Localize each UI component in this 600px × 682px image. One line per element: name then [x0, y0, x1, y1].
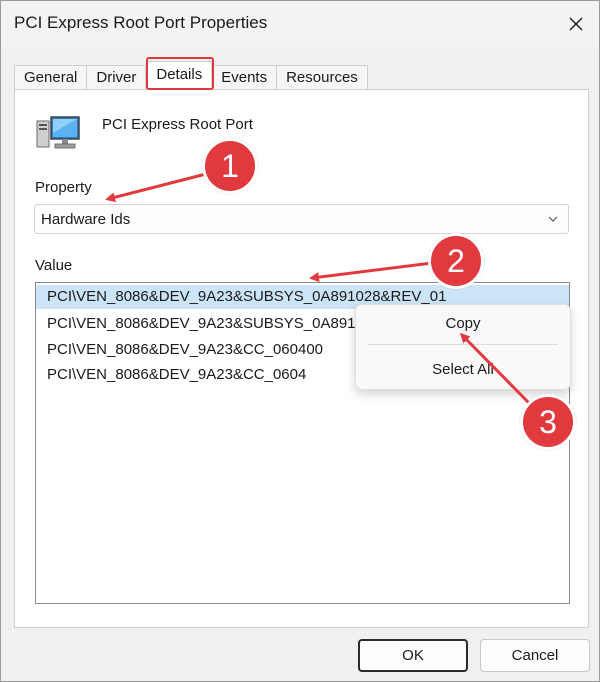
tab-driver[interactable]: Driver [87, 65, 147, 90]
property-dropdown[interactable]: Hardware Ids [34, 204, 569, 234]
tab-details[interactable]: Details [146, 61, 213, 90]
context-menu: Copy Select All [355, 304, 571, 390]
network-adapter-icon [36, 116, 80, 149]
chevron-down-icon [548, 216, 558, 222]
cancel-button[interactable]: Cancel [480, 639, 590, 672]
value-label: Value [35, 257, 73, 274]
title-bar: PCI Express Root Port Properties [1, 1, 599, 47]
close-icon [569, 17, 583, 31]
callout-2: 2 [428, 233, 484, 289]
tab-general[interactable]: General [14, 65, 88, 90]
context-menu-select-all[interactable]: Select All [356, 361, 570, 378]
tab-events[interactable]: Events [212, 65, 278, 90]
close-button[interactable] [553, 1, 599, 47]
tab-resources[interactable]: Resources [277, 65, 368, 90]
tab-strip: General Driver Details Events Resources [14, 61, 368, 90]
property-label: Property [35, 179, 92, 196]
ok-button[interactable]: OK [358, 639, 468, 672]
property-selected-value: Hardware Ids [41, 211, 131, 228]
device-name: PCI Express Root Port [102, 116, 253, 133]
window-title: PCI Express Root Port Properties [14, 13, 268, 32]
context-menu-copy[interactable]: Copy [356, 315, 570, 332]
callout-3: 3 [520, 394, 576, 450]
callout-1: 1 [202, 138, 258, 194]
properties-dialog: PCI Express Root Port Properties General… [0, 0, 600, 682]
menu-divider [368, 344, 558, 345]
